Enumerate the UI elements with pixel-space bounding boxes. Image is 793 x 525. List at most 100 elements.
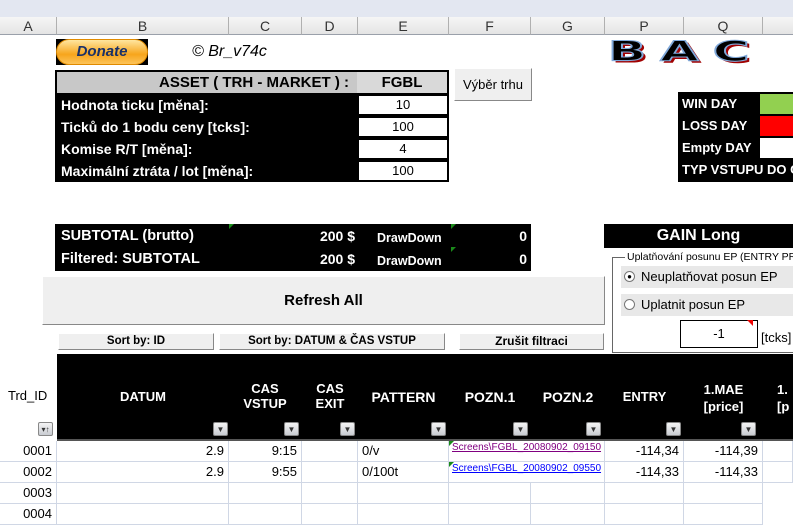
filtered-drawdown-label: DrawDown [377, 254, 442, 268]
header-entry: ENTRY [622, 389, 667, 404]
pattern-cell[interactable]: 0/v [358, 441, 449, 462]
max-loss-input[interactable]: 100 [357, 160, 449, 182]
col-header-f[interactable]: F [449, 17, 531, 35]
screenshot-link[interactable]: Screens\FGBL_20080902_09150 [449, 441, 605, 462]
commission-label: Komise R/T [měna]: [61, 141, 193, 157]
entry-cell[interactable]: -114,33 [605, 462, 684, 483]
col-header-g[interactable]: G [531, 17, 605, 35]
clear-filter-button[interactable]: Zrušit filtraci [459, 333, 604, 350]
col-header-p[interactable]: P [605, 17, 684, 35]
refresh-all-button[interactable]: Refresh All [42, 276, 605, 325]
donate-label: Donate [56, 39, 148, 65]
subtotal-label: SUBTOTAL (brutto) [61, 228, 194, 244]
win-day-swatch [760, 94, 793, 114]
market-select-button[interactable]: Výběr trhu [454, 68, 532, 101]
tick-value-input[interactable]: 10 [357, 94, 449, 116]
screenshot-link[interactable]: Screens\FGBL_20080902_09550 [449, 462, 605, 483]
trd-id-cell[interactable]: 0001 [0, 441, 57, 462]
donate-button[interactable]: Donate [56, 39, 148, 65]
radio-selected-icon: ● [624, 271, 635, 282]
trd-id-label: Trd_ID [8, 388, 48, 403]
sort-filter-dropdown[interactable]: ▾↑ [38, 422, 53, 436]
ep-shift-unit: [tcks] [761, 330, 792, 345]
comment-marker [229, 224, 234, 229]
filter-dropdown-pozn1[interactable]: ▼ [513, 422, 528, 436]
filter-dropdown-entry[interactable]: ▼ [666, 422, 681, 436]
subtotal-panel: SUBTOTAL (brutto) 200 $ DrawDown 0 Filte… [55, 224, 531, 271]
copyright: © Br_v74c [192, 43, 267, 60]
next-cell[interactable] [763, 441, 793, 462]
col-header-a[interactable]: A [0, 17, 57, 35]
asset-table: ASSET ( TRH - MARKET ) : FGBL Hodnota ti… [55, 70, 449, 182]
table-header: DATUM CAS VSTUP CAS EXIT PATTERN POZN.1 … [57, 354, 793, 441]
radio-apply-ep-shift[interactable]: Uplatnit posun EP [621, 294, 793, 316]
col-header-e[interactable]: E [358, 17, 449, 35]
vstup-cell[interactable]: 9:55 [229, 462, 302, 483]
comment-marker [451, 224, 456, 229]
radio-unselected-icon [624, 299, 635, 310]
ep-groupbox: Uplatňování posunu EP (ENTRY PRI ● Neupla… [612, 251, 793, 353]
trd-id-header: Trd_ID ▾↑ [0, 354, 57, 441]
filtered-subtotal-label: Filtered: SUBTOTAL [61, 251, 200, 267]
toolbar-strip [0, 0, 793, 17]
header-pozn1: POZN.1 [464, 389, 516, 405]
sort-by-date-button[interactable]: Sort by: DATUM & ČAS VSTUP [219, 333, 445, 350]
subtotal-value: 200 $ [319, 228, 355, 244]
ticks-per-point-input[interactable]: 100 [357, 116, 449, 138]
pattern-cell[interactable]: 0/100t [358, 462, 449, 483]
empty-day-label: Empty DAY [682, 140, 752, 155]
radio-no-ep-shift[interactable]: ● Neuplatňovat posun EP [621, 266, 793, 288]
trd-id-cell[interactable]: 0004 [0, 504, 57, 525]
logo: BAC [607, 34, 764, 67]
col-header-c[interactable]: C [229, 17, 302, 35]
sort-by-id-button[interactable]: Sort by: ID [58, 333, 214, 350]
filter-dropdown-mae[interactable]: ▼ [741, 422, 756, 436]
header-mae: 1.MAE [price] [703, 382, 744, 414]
header-cas-exit: CAS EXIT [315, 381, 345, 411]
commission-input[interactable]: 4 [357, 138, 449, 160]
header-cas-vstup: CAS VSTUP [243, 381, 287, 411]
next-cell[interactable] [763, 462, 793, 483]
filter-dropdown-exit[interactable]: ▼ [340, 422, 355, 436]
header-pozn2: POZN.2 [542, 389, 594, 405]
comment-marker [451, 247, 456, 252]
win-day-label: WIN DAY [682, 96, 738, 111]
asset-label: ASSET ( TRH - MARKET ) : [57, 72, 357, 93]
radio-apply-ep-shift-label: Uplatnit posun EP [641, 297, 746, 312]
col-header-q[interactable]: Q [684, 17, 763, 35]
filter-dropdown-vstup[interactable]: ▼ [284, 422, 299, 436]
header-datum: DATUM [120, 389, 166, 404]
header-next: 1. [p [777, 382, 790, 414]
radio-no-ep-shift-label: Neuplatňovat posun EP [641, 269, 778, 284]
asset-value[interactable]: FGBL [357, 72, 447, 93]
comment-marker [747, 320, 753, 326]
mae-cell[interactable]: -114,33 [684, 462, 763, 483]
trd-id-cell[interactable]: 0003 [0, 483, 57, 504]
header-pattern: PATTERN [371, 389, 436, 405]
mae-cell[interactable]: -114,39 [684, 441, 763, 462]
vstup-cell[interactable]: 9:15 [229, 441, 302, 462]
filtered-subtotal-value: 200 $ [319, 251, 355, 267]
col-header-b[interactable]: B [57, 17, 229, 35]
ticks-per-point-label: Ticků do 1 bodu ceny [tcks]: [61, 119, 250, 135]
datum-cell[interactable]: 2.9 [57, 462, 229, 483]
col-header-r[interactable] [763, 17, 793, 35]
day-legend: WIN DAY LOSS DAY Empty DAY TYP VSTUPU DO… [678, 92, 793, 182]
col-header-d[interactable]: D [302, 17, 358, 35]
filter-dropdown-datum[interactable]: ▼ [213, 422, 228, 436]
filter-dropdown-pozn2[interactable]: ▼ [586, 422, 601, 436]
drawdown-value: 0 [519, 228, 527, 244]
comment-marker [449, 441, 454, 446]
datum-cell[interactable]: 2.9 [57, 441, 229, 462]
entry-cell[interactable]: -114,34 [605, 441, 684, 462]
comment-marker [449, 462, 454, 467]
entry-type-label: TYP VSTUPU DO O [682, 162, 793, 177]
exit-cell[interactable] [302, 441, 358, 462]
ep-groupbox-title: Uplatňování posunu EP (ENTRY PRI [625, 251, 793, 263]
empty-day-swatch [760, 138, 793, 158]
filter-dropdown-pattern[interactable]: ▼ [431, 422, 446, 436]
exit-cell[interactable] [302, 462, 358, 483]
gain-long-header: GAIN Long [604, 224, 793, 248]
loss-day-label: LOSS DAY [682, 118, 748, 133]
trd-id-cell[interactable]: 0002 [0, 462, 57, 483]
